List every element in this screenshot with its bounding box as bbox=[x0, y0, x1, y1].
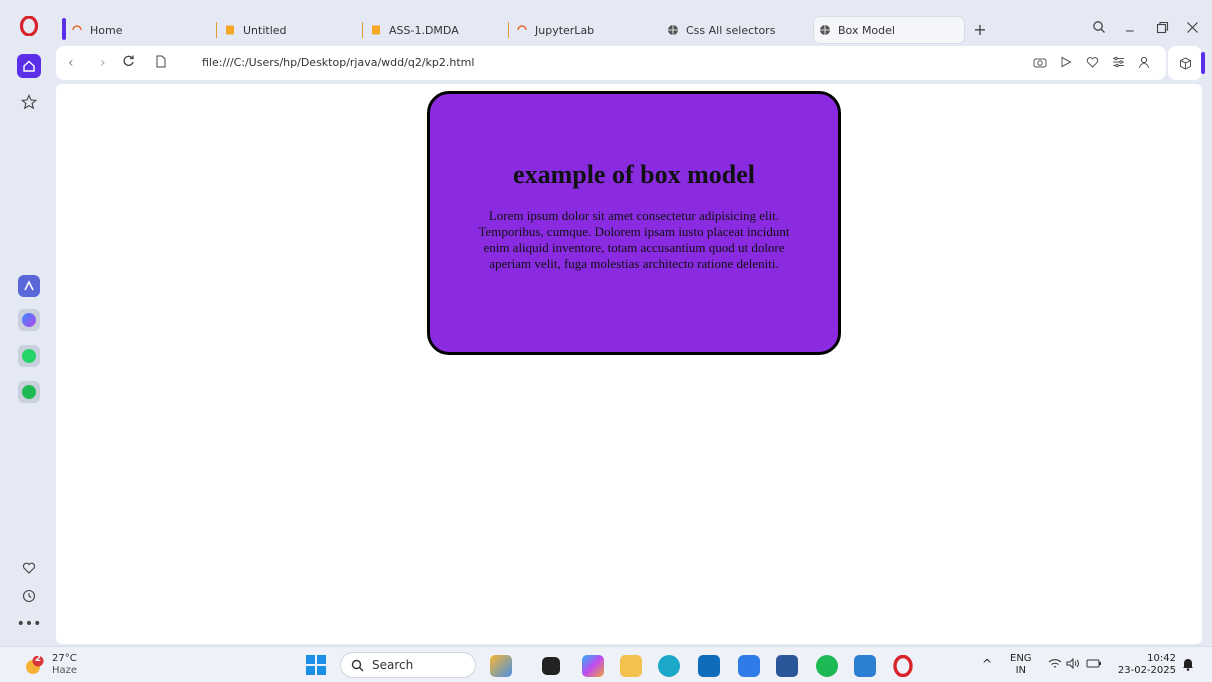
history-clock-icon[interactable] bbox=[17, 584, 41, 608]
weather-temp: 27°C bbox=[52, 653, 77, 664]
extensions-cube-icon[interactable] bbox=[1168, 46, 1202, 80]
file-explorer-icon[interactable] bbox=[620, 655, 642, 677]
weather-desc: Haze bbox=[52, 665, 78, 676]
globe-icon bbox=[666, 23, 680, 37]
page-paragraph: Lorem ipsum dolor sit amet consectetur a… bbox=[478, 208, 790, 271]
spotify-icon[interactable] bbox=[17, 380, 41, 404]
search-tabs-icon[interactable] bbox=[1092, 20, 1106, 38]
store-icon[interactable] bbox=[738, 655, 760, 677]
new-tab-button[interactable]: + bbox=[970, 20, 990, 40]
tab-label: Box Model bbox=[838, 23, 895, 37]
tab-css-selectors[interactable]: Css All selectors bbox=[666, 17, 775, 43]
snapshot-camera-icon[interactable] bbox=[1032, 54, 1048, 70]
url-field[interactable]: file:///C:/Users/hp/Desktop/rjava/wdd/q2… bbox=[202, 56, 474, 69]
tab-label: Untitled bbox=[243, 23, 287, 37]
taskbar-search[interactable]: Search bbox=[340, 652, 476, 678]
home-icon[interactable] bbox=[17, 54, 41, 78]
tab-untitled[interactable]: Untitled bbox=[216, 17, 287, 43]
messenger-icon[interactable] bbox=[17, 308, 41, 332]
edge-icon[interactable] bbox=[658, 655, 680, 677]
tab-strip: Home Untitled ASS-1.DMDA JupyterLab Css … bbox=[56, 8, 1212, 44]
opera-tab-icon bbox=[70, 23, 84, 37]
tab-jupyterlab[interactable]: JupyterLab bbox=[508, 17, 594, 43]
browser-sidebar: ••• bbox=[0, 0, 56, 646]
tab-box-model[interactable]: Box Model bbox=[814, 17, 964, 43]
aria-app-icon[interactable] bbox=[17, 274, 41, 298]
opera-logo-icon[interactable] bbox=[19, 14, 39, 38]
paint-app-icon[interactable] bbox=[490, 655, 512, 677]
reload-icon[interactable] bbox=[122, 54, 135, 71]
page-heading: example of box model bbox=[513, 160, 755, 189]
lang-bottom: IN bbox=[1015, 665, 1026, 676]
language-indicator[interactable]: ENG IN bbox=[1010, 653, 1032, 677]
search-label: Search bbox=[372, 658, 414, 672]
vscode-icon[interactable] bbox=[854, 655, 876, 677]
sidebar-accent bbox=[1201, 52, 1205, 74]
windows-start-icon[interactable] bbox=[306, 655, 326, 675]
more-dots-icon[interactable]: ••• bbox=[17, 612, 42, 636]
mail-icon[interactable] bbox=[698, 655, 720, 677]
tray-chevron-icon[interactable]: ^ bbox=[982, 657, 992, 671]
clock-time: 10:42 bbox=[1147, 653, 1176, 664]
wifi-icon[interactable] bbox=[1048, 658, 1062, 672]
box-model-container: example of box model Lorem ipsum dolor s… bbox=[427, 91, 841, 355]
jupyter-icon bbox=[515, 23, 529, 37]
send-icon[interactable] bbox=[1058, 54, 1074, 70]
spotify-taskbar-icon[interactable] bbox=[816, 655, 838, 677]
close-icon[interactable] bbox=[1186, 20, 1199, 38]
tab-home[interactable]: Home bbox=[70, 17, 122, 43]
bookmarks-star-icon[interactable] bbox=[17, 90, 41, 114]
workspace-accent bbox=[62, 18, 66, 40]
task-view-icon[interactable] bbox=[542, 657, 560, 675]
minimize-icon[interactable]: _ bbox=[1126, 14, 1134, 32]
clock[interactable]: 10:42 23-02-2025 bbox=[1116, 653, 1176, 677]
file-page-icon bbox=[156, 55, 166, 72]
favorite-heart-icon[interactable] bbox=[1084, 54, 1100, 70]
forward-icon[interactable]: › bbox=[100, 55, 106, 71]
profile-icon[interactable] bbox=[1136, 54, 1152, 70]
lang-top: ENG bbox=[1010, 653, 1032, 664]
tab-label: JupyterLab bbox=[535, 23, 595, 37]
easy-setup-icon[interactable] bbox=[1110, 54, 1126, 70]
tab-label: Css All selectors bbox=[686, 23, 776, 37]
whatsapp-icon[interactable] bbox=[17, 344, 41, 368]
weather-widget[interactable]: 2 bbox=[24, 654, 46, 675]
opera-taskbar-icon[interactable] bbox=[892, 654, 914, 678]
tab-label: Home bbox=[90, 23, 123, 37]
volume-icon[interactable] bbox=[1066, 657, 1080, 672]
copilot-icon[interactable] bbox=[582, 655, 604, 677]
tab-label: ASS-1.DMDA bbox=[389, 23, 459, 37]
weather-badge: 2 bbox=[34, 654, 42, 664]
back-icon[interactable]: ‹ bbox=[68, 55, 74, 71]
tab-ass-dmda[interactable]: ASS-1.DMDA bbox=[362, 17, 459, 43]
notebook-icon bbox=[223, 23, 237, 37]
heart-icon[interactable] bbox=[17, 556, 41, 580]
windows-taskbar: 2 27°C Haze Search ^ ENG IN 10:42 23-02-… bbox=[0, 646, 1212, 682]
clock-date: 23-02-2025 bbox=[1117, 665, 1176, 676]
search-icon bbox=[351, 659, 364, 671]
weather-text: 27°C Haze bbox=[52, 653, 77, 677]
notification-bell-icon[interactable] bbox=[1182, 657, 1194, 674]
word-icon[interactable] bbox=[776, 655, 798, 677]
address-bar: ‹ › file:///C:/Users/hp/Desktop/rjava/wd… bbox=[56, 46, 1166, 80]
notebook-icon bbox=[369, 23, 383, 37]
globe-icon bbox=[818, 23, 832, 37]
page-viewport: example of box model Lorem ipsum dolor s… bbox=[56, 84, 1202, 644]
battery-icon[interactable] bbox=[1086, 658, 1102, 672]
restore-icon[interactable] bbox=[1156, 20, 1169, 38]
